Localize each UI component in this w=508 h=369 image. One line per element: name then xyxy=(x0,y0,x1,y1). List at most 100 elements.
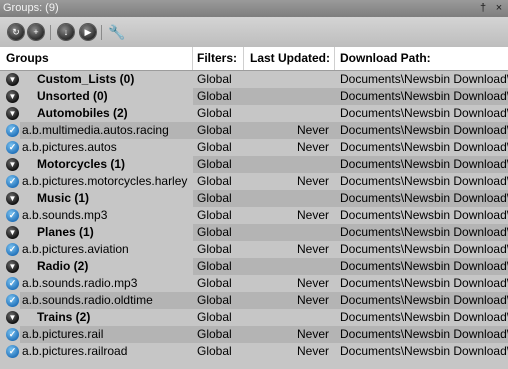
filter-cell: Global xyxy=(197,72,232,86)
column-header-groups[interactable]: Groups xyxy=(0,47,193,70)
newsgroup-row[interactable]: ✓ a.b.pictures.autos Global Never Documents\… xyxy=(0,139,508,156)
last-updated-cell: Never xyxy=(244,292,335,309)
last-updated-cell xyxy=(244,105,335,122)
newsgroup-row[interactable]: ✓ a.b.pictures.aviation Global Never Documen… xyxy=(0,241,508,258)
download-path-cell: Documents\Newsbin Download\ xyxy=(335,156,508,173)
group-row[interactable]: ▼ Planes (1) Global Documents\Newsbin Downl… xyxy=(0,224,508,241)
add-icon[interactable]: + xyxy=(28,24,44,40)
newsgroup-label: a.b.pictures.railroad xyxy=(22,344,128,358)
last-updated-cell xyxy=(244,88,335,105)
last-updated-cell xyxy=(244,71,335,88)
name-cell: ✓ a.b.pictures.aviation xyxy=(0,241,193,258)
last-updated-cell xyxy=(244,190,335,207)
expand-group-icon[interactable]: ▼ xyxy=(6,192,19,205)
name-cell: ▼ Music (1) xyxy=(0,190,193,207)
group-row[interactable]: ▼ Motorcycles (1) Global Documents\Newsbin … xyxy=(0,156,508,173)
newsgroup-row[interactable]: ✓ a.b.pictures.motorcycles.harley Global Ne… xyxy=(0,173,508,190)
filter-cell: Global xyxy=(193,224,244,241)
download-path-cell: Documents\Newsbin Download\ xyxy=(335,122,508,139)
group-row[interactable]: ▼ Radio (2) Global Documents\Newsbin Downlo… xyxy=(0,258,508,275)
check-icon[interactable]: ✓ xyxy=(6,209,19,222)
filter-cell: Global xyxy=(193,88,244,105)
expand-group-icon[interactable]: ▼ xyxy=(6,73,19,86)
check-icon[interactable]: ✓ xyxy=(6,175,19,188)
filter-cell: Global xyxy=(197,208,232,222)
check-icon[interactable]: ✓ xyxy=(6,124,19,137)
expand-group-icon[interactable]: ▼ xyxy=(6,158,19,171)
group-row[interactable]: ▼ Music (1) Global Documents\Newsbin Downlo… xyxy=(0,190,508,207)
last-updated-cell: Never xyxy=(244,326,335,343)
newsgroup-row[interactable]: ✓ a.b.sounds.mp3 Global Never Documents\News… xyxy=(0,207,508,224)
filter-cell: Global xyxy=(197,344,232,358)
download-path-cell: Documents\Newsbin Download\ xyxy=(340,276,508,290)
check-icon[interactable]: ✓ xyxy=(6,243,19,256)
check-icon[interactable]: ✓ xyxy=(6,294,19,307)
expand-group-icon[interactable]: ▼ xyxy=(6,311,19,324)
newsgroup-row[interactable]: ✓ a.b.sounds.radio.mp3 Global Never Document… xyxy=(0,275,508,292)
download-path-cell: Documents\Newsbin Download\ xyxy=(335,326,508,343)
expand-group-icon[interactable]: ▼ xyxy=(6,260,19,273)
refresh-icon[interactable]: ↻ xyxy=(8,24,24,40)
filter-cell: Global xyxy=(193,326,244,343)
check-icon[interactable]: ✓ xyxy=(6,328,19,341)
column-header-download-path[interactable]: Download Path: xyxy=(335,47,508,70)
group-label: Planes (1) xyxy=(37,225,94,239)
download-icon[interactable]: ↓ xyxy=(58,24,74,40)
last-updated-cell: Never xyxy=(296,242,329,256)
name-cell: ▼ Planes (1) xyxy=(0,224,193,241)
filter-cell: Global xyxy=(193,190,244,207)
filter-cell: Global xyxy=(193,258,244,275)
column-header-filters[interactable]: Filters: xyxy=(193,47,244,70)
group-label: Unsorted (0) xyxy=(37,89,108,103)
download-path-cell: Documents\Newsbin Download\ xyxy=(335,88,508,105)
column-header-last-updated[interactable]: Last Updated: xyxy=(244,47,335,70)
panel-title: Groups: (9) xyxy=(3,2,59,14)
expand-group-icon[interactable]: ▼ xyxy=(6,90,19,103)
filter-cell: Global xyxy=(197,140,232,154)
newsgroup-row[interactable]: ✓ a.b.pictures.rail Global Never Documents\N… xyxy=(0,326,508,343)
group-label: Music (1) xyxy=(37,191,90,205)
play-icon[interactable]: ▶ xyxy=(80,24,96,40)
newsgroup-label: a.b.sounds.mp3 xyxy=(22,208,108,222)
check-icon[interactable]: ✓ xyxy=(6,141,19,154)
newsgroup-row[interactable]: ✓ a.b.sounds.radio.oldtime Global Never Docu… xyxy=(0,292,508,309)
last-updated-cell xyxy=(244,309,335,326)
close-icon[interactable]: × xyxy=(492,0,506,17)
check-icon[interactable]: ✓ xyxy=(6,277,19,290)
wrench-icon[interactable]: 🔧 xyxy=(108,23,126,41)
toolbar-separator xyxy=(50,25,51,40)
download-path-cell: Documents\Newsbin Download\ xyxy=(340,310,508,324)
group-label: Trains (2) xyxy=(37,310,91,324)
expand-group-icon[interactable]: ▼ xyxy=(6,226,19,239)
name-cell: ✓ a.b.sounds.radio.oldtime xyxy=(0,292,193,309)
last-updated-cell: Never xyxy=(296,174,329,188)
group-row[interactable]: ▼ Custom_Lists (0) Global Documents\Newsbin… xyxy=(0,71,508,88)
groups-table: Groups Filters: Last Updated: Download P… xyxy=(0,47,508,369)
newsgroup-row[interactable]: ✓ a.b.pictures.railroad Global Never Documen… xyxy=(0,343,508,360)
name-cell: ▼ Custom_Lists (0) xyxy=(0,71,193,88)
filter-cell: Global xyxy=(193,292,244,309)
newsgroup-row[interactable]: ✓ a.b.multimedia.autos.racing Global Never D… xyxy=(0,122,508,139)
download-path-cell: Documents\Newsbin Download\ xyxy=(335,224,508,241)
filter-cell: Global xyxy=(197,106,232,120)
group-label: Automobiles (2) xyxy=(37,106,128,120)
name-cell: ▼ Trains (2) xyxy=(0,309,193,326)
table-header: Groups Filters: Last Updated: Download P… xyxy=(0,47,508,71)
pin-icon[interactable]: † xyxy=(476,0,490,17)
group-row[interactable]: ▼ Automobiles (2) Global Documents\Newsbin … xyxy=(0,105,508,122)
groups-panel: Groups: (9) † × ↻ + ↓ ▶ 🔧 Groups Filters… xyxy=(0,0,508,369)
group-label: Custom_Lists (0) xyxy=(37,72,135,86)
group-row[interactable]: ▼ Unsorted (0) Global Documents\Newsbin Dow… xyxy=(0,88,508,105)
filter-cell: Global xyxy=(193,156,244,173)
group-label: Motorcycles (1) xyxy=(37,157,126,171)
name-cell: ▼ Radio (2) xyxy=(0,258,193,275)
name-cell: ✓ a.b.sounds.mp3 xyxy=(0,207,193,224)
group-row[interactable]: ▼ Trains (2) Global Documents\Newsbin Downl… xyxy=(0,309,508,326)
download-path-cell: Documents\Newsbin Download\ xyxy=(340,72,508,86)
last-updated-cell xyxy=(244,156,335,173)
newsgroup-label: a.b.sounds.radio.mp3 xyxy=(22,276,138,290)
name-cell: ✓ a.b.pictures.railroad xyxy=(0,343,193,360)
download-path-cell: Documents\Newsbin Download\ xyxy=(340,106,508,120)
check-icon[interactable]: ✓ xyxy=(6,345,19,358)
expand-group-icon[interactable]: ▼ xyxy=(6,107,19,120)
